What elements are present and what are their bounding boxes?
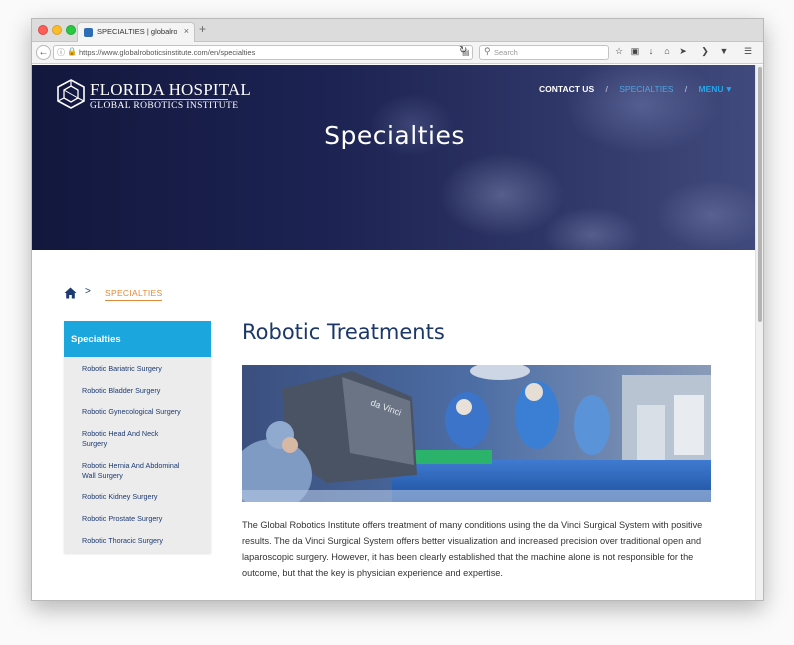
bookmark-star-icon[interactable]: ☆ (613, 46, 625, 57)
browser-tab[interactable]: SPECIALTIES | globalroboti... × (77, 22, 195, 42)
reload-icon[interactable]: ↻ (459, 45, 467, 56)
logo-divider (90, 99, 228, 100)
home-toolbar-icon[interactable]: ⌂ (661, 46, 673, 56)
intro-paragraph: The Global Robotics Institute offers tre… (242, 520, 703, 578)
screenshot-stage: SPECIALTIES | globalroboti... × + ← ⓘ 🔒 … (0, 0, 794, 645)
sidebar-item-head-neck[interactable]: Robotic Head And Neck Surgery (64, 429, 194, 449)
url-text[interactable]: https://www.globalroboticsinstitute.com/… (79, 48, 255, 57)
send-icon[interactable]: ➤ (677, 46, 689, 57)
pocket-icon[interactable]: ▼ (718, 46, 730, 56)
breadcrumb-separator: > (85, 286, 91, 297)
clipboard-icon[interactable]: ▣ (629, 46, 641, 57)
nav-separator: / (605, 84, 608, 94)
sidebar-item-hernia[interactable]: Robotic Hernia And Abdominal Wall Surger… (64, 461, 204, 481)
nav-separator: / (684, 84, 688, 94)
web-page: FLORIDA HOSPITAL GLOBAL ROBOTICS INSTITU… (32, 65, 757, 600)
tab-close-icon[interactable]: × (184, 26, 189, 36)
surgery-photo: da Vinci (242, 365, 711, 502)
breadcrumb-current[interactable]: SPECIALTIES (105, 288, 163, 301)
nav-specialties-link[interactable]: SPECIALTIES (619, 84, 673, 94)
url-bar[interactable]: ⓘ 🔒 https://www.globalroboticsinstitute.… (53, 45, 473, 60)
sidebar-item-gynecological[interactable]: Robotic Gynecological Surgery (64, 407, 211, 417)
scrollbar-thumb[interactable] (758, 67, 762, 322)
page-scrollbar[interactable] (755, 65, 763, 600)
home-icon[interactable] (64, 287, 77, 299)
top-nav: CONTACT US / SPECIALTIES / MENU▼ (530, 84, 733, 94)
nav-contact-link[interactable]: CONTACT US (539, 84, 594, 94)
content-heading: Robotic Treatments (242, 320, 445, 344)
logo-mark-icon[interactable] (56, 79, 86, 109)
download-icon[interactable]: ↓ (645, 46, 657, 56)
minimize-window-button[interactable] (52, 25, 62, 35)
share-icon[interactable]: ❯ (699, 46, 711, 57)
menu-caret-icon: ▼ (724, 84, 733, 94)
search-placeholder: Search (494, 48, 518, 57)
zoom-window-button[interactable] (66, 25, 76, 35)
specialties-sidebar: Specialties Robotic Bariatric Surgery Ro… (64, 321, 211, 553)
nav-menu-label: MENU (698, 84, 724, 94)
browser-toolbar: ← ⓘ 🔒 https://www.globalroboticsinstitut… (32, 42, 763, 64)
close-window-button[interactable] (38, 25, 48, 35)
new-tab-button[interactable]: + (199, 22, 206, 36)
search-icon: ⚲ (484, 46, 491, 56)
hero-banner: FLORIDA HOSPITAL GLOBAL ROBOTICS INSTITU… (32, 65, 757, 250)
sidebar-item-bladder[interactable]: Robotic Bladder Surgery (64, 386, 211, 396)
sidebar-heading[interactable]: Specialties (64, 321, 211, 357)
tab-strip: SPECIALTIES | globalroboti... × + (32, 19, 763, 42)
logo-title[interactable]: FLORIDA HOSPITAL (90, 80, 251, 100)
browser-window: SPECIALTIES | globalroboti... × + ← ⓘ 🔒 … (31, 18, 764, 601)
page-title: Specialties (324, 121, 465, 150)
sidebar-item-kidney[interactable]: Robotic Kidney Surgery (64, 492, 211, 502)
nav-menu-button[interactable]: MENU▼ (699, 84, 733, 94)
tab-title: SPECIALTIES | globalroboti... (97, 27, 177, 36)
next-paragraph-cutoff (242, 598, 717, 600)
lock-icon: 🔒 (67, 47, 77, 56)
info-icon[interactable]: ⓘ (57, 47, 65, 58)
favicon-icon (84, 28, 93, 37)
hamburger-icon[interactable]: ☰ (742, 46, 754, 57)
logo-subtitle[interactable]: GLOBAL ROBOTICS INSTITUTE (90, 101, 238, 111)
sidebar-item-bariatric[interactable]: Robotic Bariatric Surgery (64, 364, 211, 374)
sidebar-item-thoracic[interactable]: Robotic Thoracic Surgery (64, 536, 211, 546)
back-icon[interactable]: ← (36, 45, 51, 60)
sidebar-item-prostate[interactable]: Robotic Prostate Surgery (64, 514, 211, 524)
search-input[interactable]: ⚲ Search (479, 45, 609, 60)
